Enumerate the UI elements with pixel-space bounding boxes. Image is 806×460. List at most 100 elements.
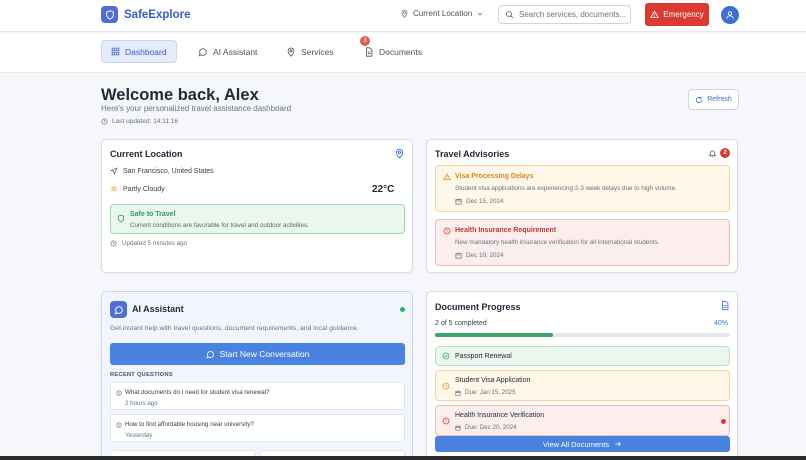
temperature: 22°C [372, 184, 395, 195]
clock-icon [116, 390, 122, 396]
shield-icon [101, 6, 118, 23]
advisory-description: Student visa applications are experienci… [455, 185, 677, 192]
document-due: Due: Jan 15, 2025 [455, 389, 516, 396]
user-icon [725, 10, 735, 20]
advisory-item[interactable]: Visa Processing Delays Student visa appl… [435, 165, 730, 212]
refresh-icon [695, 96, 703, 104]
page-subtitle: Here's your personalized travel assistan… [101, 104, 292, 113]
calendar-icon [455, 425, 461, 431]
chevron-down-icon [476, 10, 484, 18]
card-title: AI Assistant [132, 304, 184, 314]
travel-advisories-card: Travel Advisories 2 Visa Processing Dela… [426, 139, 738, 273]
location-updated-text: Updated 5 minutes ago [122, 240, 188, 247]
tab-ai-assistant[interactable]: AI Assistant [189, 40, 266, 63]
location-selector-label: Current Location [413, 9, 473, 18]
calendar-icon [455, 390, 461, 396]
safety-status: Safe to Travel Current conditions are fa… [110, 204, 405, 234]
location-selector[interactable]: Current Location [400, 9, 484, 18]
progress-percent: 40% [713, 320, 728, 327]
safety-description: Current conditions are favorable for tra… [130, 222, 309, 229]
refresh-button[interactable]: Refresh [688, 89, 739, 110]
view-all-documents-button[interactable]: View All Documents [435, 436, 730, 452]
tab-label: AI Assistant [213, 46, 258, 57]
bell-icon[interactable] [708, 149, 717, 158]
check-circle-icon [442, 352, 450, 360]
progress-bar [435, 333, 730, 337]
grid-icon [111, 47, 120, 56]
document-item[interactable]: Health Insurance Verification Due: Dec 2… [435, 405, 730, 436]
document-title: Student Visa Application [455, 377, 531, 384]
window-bottom-edge [0, 456, 806, 460]
advisory-date-text: Dec 10, 2024 [466, 252, 504, 259]
app-logo[interactable]: SafeExplore [101, 6, 190, 23]
top-bar: SafeExplore Current Location Emergency [0, 0, 806, 32]
question-text: What documents do I need for student vis… [125, 389, 270, 396]
location-place: San Francisco, United States [110, 167, 214, 175]
calendar-icon [455, 252, 462, 259]
alert-circle-icon [443, 227, 451, 235]
map-pin-icon[interactable] [394, 148, 405, 159]
advisory-description: New mandatory health insurance verificat… [455, 239, 660, 246]
tab-dashboard[interactable]: Dashboard [101, 40, 177, 63]
document-due: Due: Dec 20, 2024 [455, 424, 517, 431]
refresh-label: Refresh [707, 96, 732, 103]
weather-text: Partly Cloudy [123, 185, 165, 193]
document-item[interactable]: Passport Renewal [435, 346, 730, 366]
alert-circle-icon [442, 417, 450, 425]
app-name: SafeExplore [124, 8, 191, 21]
document-title: Health Insurance Verification [455, 412, 545, 419]
progress-bar-fill [435, 333, 553, 337]
document-due-text: Due: Jan 15, 2025 [465, 389, 516, 396]
tab-label: Dashboard [125, 46, 167, 57]
safety-title: Safe to Travel [130, 211, 176, 218]
document-icon [364, 46, 374, 57]
advisory-item[interactable]: Health Insurance Requirement New mandato… [435, 219, 730, 266]
recent-question-item[interactable]: What documents do I need for student vis… [110, 382, 405, 410]
main-nav: Dashboard AI Assistant Services 3 Docume… [0, 33, 806, 73]
document-item[interactable]: Student Visa Application Due: Jan 15, 20… [435, 370, 730, 401]
page-title: Welcome back, Alex [101, 86, 259, 104]
card-title: Current Location [110, 149, 183, 159]
urgent-dot [721, 419, 726, 424]
emergency-button[interactable]: Emergency [645, 3, 709, 26]
last-updated-text: Last updated: 14:11:16 [112, 118, 179, 125]
tab-services[interactable]: Services [277, 40, 343, 63]
location-updated: Updated 5 minutes ago [110, 240, 187, 247]
warning-icon [650, 10, 660, 19]
recent-question-item[interactable]: How to find affordable housing near univ… [110, 414, 405, 442]
calendar-icon [455, 198, 462, 205]
question-time: 2 hours ago [125, 400, 158, 407]
card-title: Document Progress [435, 302, 521, 312]
location-place-text: San Francisco, United States [123, 167, 214, 175]
emergency-label: Emergency [663, 10, 704, 19]
recent-questions-heading: RECENT QUESTIONS [110, 372, 173, 378]
tab-label: Services [301, 46, 334, 57]
search-box[interactable] [498, 5, 631, 24]
last-updated: Last updated: 14:11:16 [101, 118, 178, 125]
warning-icon [443, 173, 451, 181]
tab-label: Documents [379, 46, 422, 57]
advisories-count-badge: 2 [720, 148, 730, 158]
view-all-label: View All Documents [542, 439, 610, 449]
advisory-title: Visa Processing Delays [455, 173, 534, 180]
map-pin-icon [286, 47, 296, 57]
clock-icon [110, 240, 117, 247]
document-progress-card: Document Progress 2 of 5 completed 40% P… [426, 291, 738, 460]
advisory-date: Dec 10, 2024 [455, 252, 503, 259]
chat-icon [110, 301, 127, 318]
clock-icon [442, 382, 450, 390]
clock-icon [116, 422, 122, 428]
map-pin-icon [400, 9, 409, 18]
search-input[interactable] [519, 10, 629, 19]
document-icon[interactable] [720, 300, 730, 311]
tab-documents[interactable]: 3 Documents [355, 36, 431, 63]
sun-icon [110, 185, 118, 193]
start-conversation-button[interactable]: Start New Conversation [110, 343, 405, 365]
current-location-card: Current Location San Francisco, United S… [101, 139, 413, 273]
assistant-description: Get instant help with travel questions, … [110, 325, 359, 332]
search-icon [505, 10, 514, 19]
arrow-right-icon [614, 440, 622, 448]
start-conversation-label: Start New Conversation [219, 349, 310, 359]
advisory-date-text: Dec 15, 2024 [466, 198, 504, 205]
user-avatar[interactable] [721, 6, 739, 24]
